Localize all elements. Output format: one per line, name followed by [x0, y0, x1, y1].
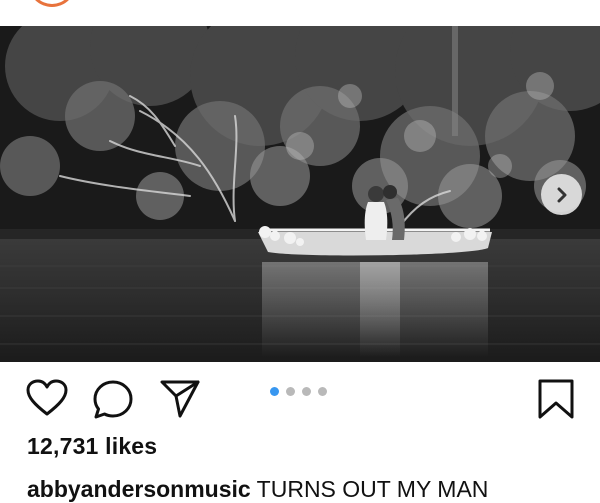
bookmark-outline-icon [538, 379, 574, 419]
carousel-next-button[interactable] [541, 174, 582, 215]
comment-bubble-icon [93, 380, 133, 419]
likes-count[interactable]: 12,731 likes [27, 433, 157, 460]
caption-username[interactable]: abbyandersonmusic [27, 476, 251, 502]
carousel-dot [270, 387, 279, 396]
carousel-dot [302, 387, 311, 396]
chevron-right-icon [557, 187, 566, 202]
caption-text: TURNS OUT MY MAN [256, 476, 489, 502]
comment-button[interactable] [92, 379, 134, 421]
post-caption: abbyandersonmusic TURNS OUT MY MAN [27, 476, 488, 503]
carousel-dot [286, 387, 295, 396]
post-action-bar [0, 362, 600, 434]
story-avatar-ring[interactable] [28, 0, 76, 7]
post-photo[interactable] [0, 26, 600, 362]
heart-outline-icon [26, 379, 68, 416]
post-header [0, 0, 600, 26]
share-button[interactable] [159, 379, 201, 419]
carousel-indicator [270, 387, 327, 396]
paper-plane-icon [160, 380, 200, 418]
carousel-dot [318, 387, 327, 396]
like-button[interactable] [26, 379, 68, 417]
save-button[interactable] [536, 378, 576, 420]
